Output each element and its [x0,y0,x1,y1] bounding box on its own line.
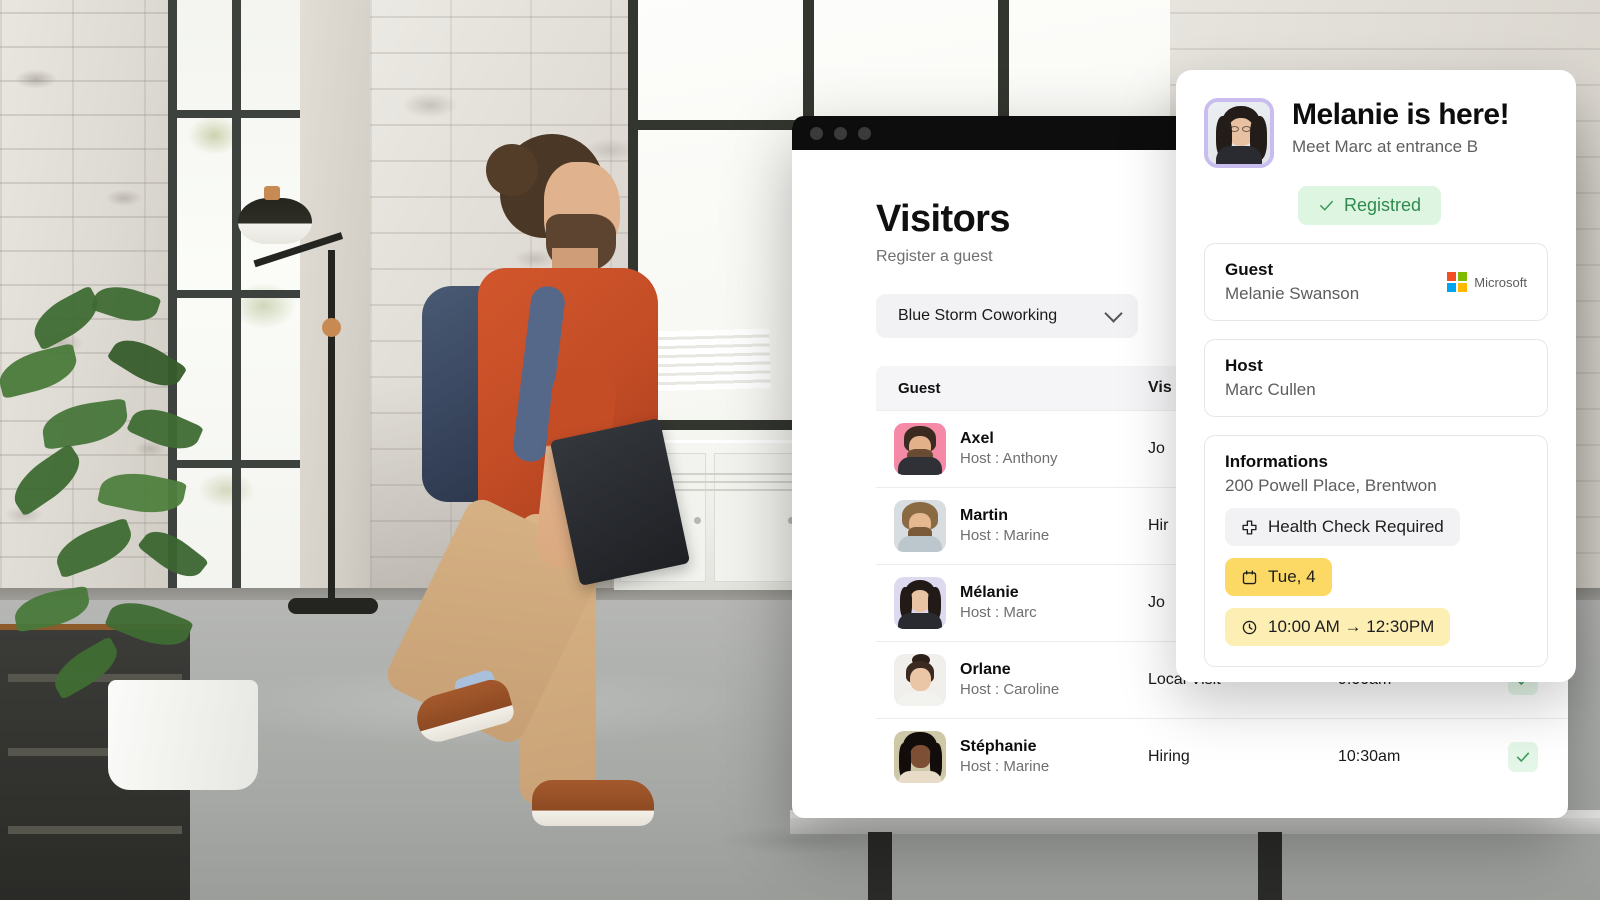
floor-lamp-shade [238,198,312,244]
person-hair-bun [486,144,538,196]
bench-leg [868,832,892,900]
calendar-icon [1242,569,1257,584]
tag-health-check-label: Health Check Required [1268,517,1444,536]
status-check-badge [1508,742,1538,772]
card-title: Melanie is here! [1292,98,1510,131]
avatar [894,577,946,629]
column-header-guest: Guest [898,379,941,397]
guest-host: Host : Marine [960,527,1050,545]
card-header: Melanie is here! Meet Marc at entrance B [1176,98,1576,168]
guest-host: Host : Marine [960,758,1050,776]
status-badge: Registred [1298,186,1442,225]
guest-name: Martin [960,507,1008,525]
bench-rail [790,818,1600,834]
floor-lamp-base [288,598,378,614]
microsoft-label: Microsoft [1474,274,1527,290]
tag-date-label: Tue, 4 [1268,567,1316,586]
window-minimize-dot[interactable] [834,126,847,140]
tag-time-range-label: 10:00 AM → 12:30PM [1268,617,1435,636]
guest-name: Orlane [960,661,1011,679]
avatar [894,731,946,783]
organization-select-value: Blue Storm Coworking [898,307,1058,324]
floor-lamp-pole [328,250,335,605]
bench-leg [1258,832,1282,900]
person-shoe-back [532,780,654,826]
informations-address: 200 Powell Place, Brentwon [1225,476,1437,495]
shelf-rail [8,826,182,834]
guest-name: Axel [960,430,994,448]
avatar [894,500,946,552]
clock-icon [1242,620,1257,634]
tag-time-range: 10:00 AM → 12:30PM [1225,608,1451,646]
chevron-down-icon [1104,303,1123,323]
status-badge-label: Registred [1344,195,1422,215]
check-icon [1320,200,1333,211]
guest-name: Melanie Swanson [1225,284,1360,303]
avatar [894,654,946,706]
guest-name: Stéphanie [960,738,1037,756]
window-mullion [168,110,310,118]
guest-host: Host : Marc [960,604,1037,622]
floor-lamp-knob [322,318,341,337]
guest-host: Host : Anthony [960,450,1058,468]
host-panel: Host Marc Cullen [1204,339,1548,417]
guest-panel: Guest Melanie Swanson Microsoft [1204,243,1548,321]
informations-label: Informations [1225,452,1328,471]
avatar [894,423,946,475]
microsoft-logo: Microsoft [1447,272,1527,292]
medical-cross-icon [1242,519,1257,535]
visit-time: 10:30am [1338,748,1401,765]
informations-panel: Informations 200 Powell Place, Brentwon … [1204,435,1548,667]
visit-status [1488,742,1558,772]
guest-name: Mélanie [960,584,1019,602]
person-walking [381,118,704,826]
tag-health-check: Health Check Required [1225,508,1460,546]
visit-type: Hiring [1148,748,1190,765]
plant-foliage [0,278,290,710]
table-row[interactable]: Stéphanie Host : Marine Hiring 10:30am [876,718,1568,795]
visitor-detail-card: Melanie is here! Meet Marc at entrance B… [1176,70,1576,682]
check-icon [1516,752,1530,762]
tag-date: Tue, 4 [1225,558,1332,596]
guest-host: Host : Caroline [960,681,1060,699]
guest-label: Guest [1225,260,1274,279]
host-label: Host [1225,356,1263,375]
avatar [1204,98,1274,168]
window-maximize-dot[interactable] [858,126,871,140]
organization-select[interactable]: Blue Storm Coworking [876,294,1138,338]
host-name: Marc Cullen [1225,380,1316,399]
floor-lamp-joint [264,186,280,200]
window-close-dot[interactable] [810,126,823,140]
card-subtitle: Meet Marc at entrance B [1292,136,1479,156]
